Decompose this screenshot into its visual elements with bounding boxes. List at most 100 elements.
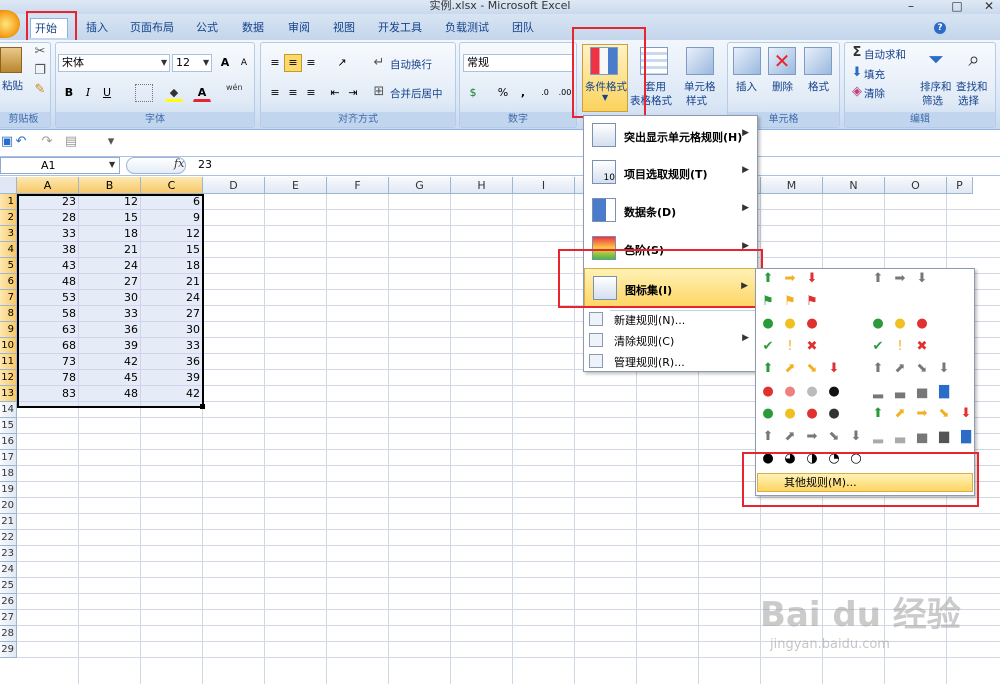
cell-c8[interactable]: 27 <box>141 306 203 322</box>
icon-set-right-3-icon[interactable]: ● <box>893 317 907 331</box>
format-cells-icon[interactable] <box>804 47 832 75</box>
merge-center-icon[interactable]: ⊞ <box>372 85 386 99</box>
icon-set-left-3-icon[interactable]: ● <box>761 317 775 331</box>
cell-b10[interactable]: 39 <box>79 338 141 354</box>
cell-b11[interactable]: 42 <box>79 354 141 370</box>
delete-cells-icon[interactable]: ✕ <box>768 47 796 75</box>
column-header-d[interactable]: D <box>203 177 265 194</box>
icon-set-right-6-icon[interactable]: ▇ <box>937 384 951 399</box>
column-header-o[interactable]: O <box>885 177 947 194</box>
row-header-5[interactable]: 5 <box>0 258 17 274</box>
sort-filter-icon[interactable]: ⏷ <box>922 47 950 75</box>
icon-set-right-3-icon[interactable]: ● <box>871 317 885 331</box>
cell-a1[interactable]: 23 <box>17 194 79 210</box>
align-top-icon[interactable]: ≡ <box>266 54 284 72</box>
icon-set-left-8-icon[interactable]: ⬊ <box>827 429 841 444</box>
percent-button[interactable]: % <box>494 84 512 102</box>
icon-set-left-8-icon[interactable]: ⬆ <box>761 429 775 444</box>
cell-style-label-2[interactable]: 样式 <box>686 93 707 108</box>
align-bottom-icon[interactable]: ≡ <box>302 54 320 72</box>
row-header-6[interactable]: 6 <box>0 274 17 290</box>
row-header-12[interactable]: 12 <box>0 370 17 386</box>
icon-set-left-3-icon[interactable]: ● <box>805 317 819 331</box>
column-header-i[interactable]: I <box>513 177 575 194</box>
redo-icon[interactable]: ↷ <box>40 135 54 149</box>
clear-label[interactable]: 清除 <box>864 86 885 101</box>
cell-a4[interactable]: 38 <box>17 242 79 258</box>
icon-set-right-8-icon[interactable]: ▅ <box>915 429 929 444</box>
icon-set-right-7-icon[interactable]: ⬆ <box>871 407 885 421</box>
currency-icon[interactable]: $ <box>464 84 482 102</box>
decrease-indent-icon[interactable]: ⇤ <box>326 84 344 102</box>
row-header-16[interactable]: 16 <box>0 434 17 450</box>
row-header-9[interactable]: 9 <box>0 322 17 338</box>
column-header-b[interactable]: B <box>79 177 141 194</box>
cell-b6[interactable]: 27 <box>79 274 141 290</box>
formula-input[interactable]: 23 <box>198 158 212 171</box>
delete-cells-label[interactable]: 删除 <box>772 79 793 94</box>
icon-set-left-5-icon[interactable]: ⬇ <box>827 362 841 376</box>
icon-set-right-7-icon[interactable]: ⬈ <box>893 407 907 421</box>
select-all-corner[interactable] <box>0 177 17 194</box>
shrink-font-button[interactable]: A <box>235 54 253 72</box>
icon-set-right-3-icon[interactable]: ● <box>915 317 929 331</box>
tab-load-test[interactable]: 负载测试 <box>441 18 493 38</box>
table-format-label-1[interactable]: 套用 <box>645 79 666 94</box>
row-header-21[interactable]: 21 <box>0 514 17 530</box>
undo-icon[interactable]: ↶ <box>14 135 28 149</box>
cell-c1[interactable]: 6 <box>141 194 203 210</box>
find-select-label-1[interactable]: 查找和 <box>956 79 988 94</box>
icon-set-left-5-icon[interactable]: ⬆ <box>761 362 775 376</box>
borders-icon[interactable] <box>135 84 153 102</box>
cell-b3[interactable]: 18 <box>79 226 141 242</box>
cell-c5[interactable]: 18 <box>141 258 203 274</box>
tab-page-layout[interactable]: 页面布局 <box>126 18 178 38</box>
cut-icon[interactable]: ✂ <box>33 45 47 59</box>
cell-c10[interactable]: 33 <box>141 338 203 354</box>
cell-a2[interactable]: 28 <box>17 210 79 226</box>
cell-b9[interactable]: 36 <box>79 322 141 338</box>
row-header-20[interactable]: 20 <box>0 498 17 514</box>
insert-function-icon[interactable]: fx <box>174 157 184 170</box>
icon-set-left-3-icon[interactable]: ● <box>783 317 797 331</box>
cell-b4[interactable]: 21 <box>79 242 141 258</box>
close-button[interactable]: ✕ <box>978 0 1000 13</box>
icon-set-left-4-icon[interactable]: ✔ <box>761 339 775 354</box>
menu-item-manage-rules[interactable]: 管理规则(R)... <box>584 350 757 372</box>
column-header-p[interactable]: P <box>947 177 973 194</box>
column-header-h[interactable]: H <box>451 177 513 194</box>
menu-item-clear-rules[interactable]: 清除规则(C) ▶ <box>584 329 757 351</box>
grow-font-button[interactable]: A <box>216 54 234 72</box>
row-header-22[interactable]: 22 <box>0 530 17 546</box>
cell-c12[interactable]: 39 <box>141 370 203 386</box>
font-name-dropdown-icon[interactable]: ▼ <box>161 58 167 67</box>
row-header-27[interactable]: 27 <box>0 610 17 626</box>
tab-view[interactable]: 视图 <box>329 18 359 38</box>
underline-button[interactable]: U <box>98 84 116 102</box>
icon-set-right-8-icon[interactable]: ▇ <box>959 429 973 444</box>
fill-label[interactable]: 填充 <box>864 67 885 82</box>
row-header-29[interactable]: 29 <box>0 642 17 658</box>
copy-icon[interactable]: ❐ <box>33 64 47 78</box>
cell-a12[interactable]: 78 <box>17 370 79 386</box>
format-cells-label[interactable]: 格式 <box>808 79 829 94</box>
insert-cells-label[interactable]: 插入 <box>736 79 757 94</box>
icon-set-left-7-icon[interactable]: ● <box>805 407 819 421</box>
icon-set-left-6-icon[interactable]: ● <box>761 384 775 399</box>
fill-handle[interactable] <box>200 404 205 409</box>
bold-button[interactable]: B <box>60 84 78 102</box>
column-header-g[interactable]: G <box>389 177 451 194</box>
icon-set-right-8-icon[interactable]: ▃ <box>893 429 907 444</box>
cell-a6[interactable]: 48 <box>17 274 79 290</box>
icon-set-right-7-icon[interactable]: ⬇ <box>959 407 973 421</box>
cell-b5[interactable]: 24 <box>79 258 141 274</box>
cell-a11[interactable]: 73 <box>17 354 79 370</box>
cell-a8[interactable]: 58 <box>17 306 79 322</box>
icon-set-left-4-icon[interactable]: ! <box>783 339 797 354</box>
icon-set-right-4-icon[interactable]: ✔ <box>871 339 885 354</box>
cell-b12[interactable]: 45 <box>79 370 141 386</box>
paste-icon[interactable] <box>0 47 22 73</box>
save-icon[interactable]: ▣ <box>0 135 14 149</box>
icon-set-left-2-icon[interactable]: ⚑ <box>761 294 775 309</box>
wrap-text-icon[interactable]: ↵ <box>372 56 386 70</box>
